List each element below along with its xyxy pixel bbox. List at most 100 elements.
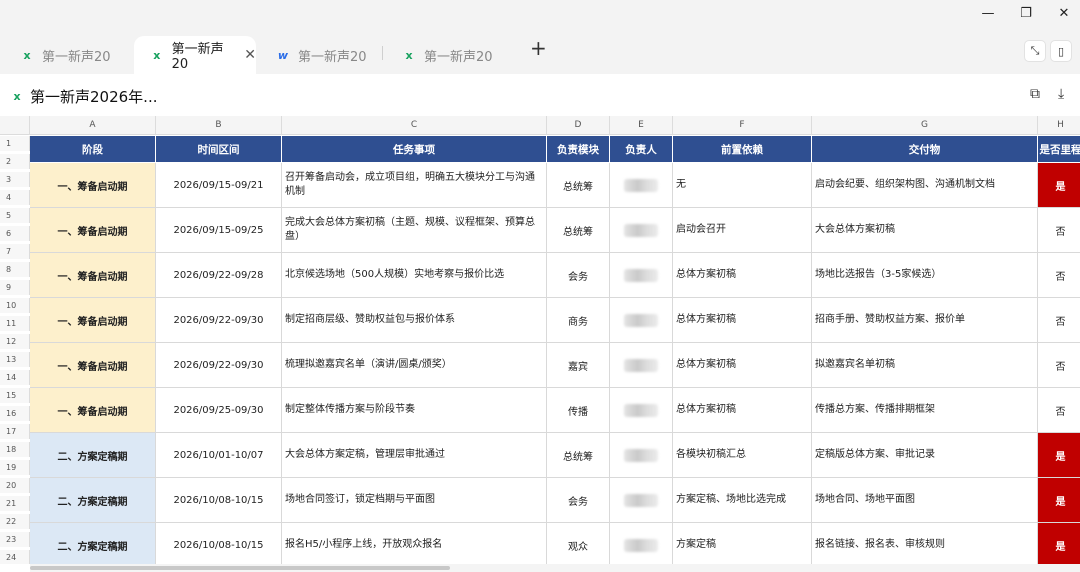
- row-number[interactable]: 18: [0, 442, 30, 457]
- milestone-cell[interactable]: 是: [1038, 478, 1080, 523]
- row-number[interactable]: 4: [0, 190, 30, 205]
- dependency-cell[interactable]: 总体方案初稿: [673, 388, 812, 433]
- row-number[interactable]: 2: [0, 154, 30, 169]
- module-cell[interactable]: 嘉宾: [547, 343, 610, 388]
- column-header-g[interactable]: G: [812, 116, 1038, 135]
- time-cell[interactable]: 2026/10/08-10/15: [156, 478, 282, 523]
- minimize-button[interactable]: —: [968, 0, 1008, 26]
- module-cell[interactable]: 总统筹: [547, 433, 610, 478]
- deliverable-cell[interactable]: 启动会纪要、组织架构图、沟通机制文档: [812, 163, 1038, 208]
- phase-cell[interactable]: 二、方案定稿期: [30, 433, 156, 478]
- module-cell[interactable]: 观众: [547, 523, 610, 564]
- phase-cell[interactable]: 一、筹备启动期: [30, 388, 156, 433]
- restore-button[interactable]: ❐: [1006, 0, 1046, 26]
- column-header-d[interactable]: D: [547, 116, 610, 135]
- owner-cell[interactable]: [610, 298, 673, 343]
- table-header-cell[interactable]: 阶段: [30, 136, 156, 162]
- milestone-cell[interactable]: 是: [1038, 163, 1080, 208]
- row-number[interactable]: 20: [0, 478, 30, 493]
- deliverable-cell[interactable]: 报名链接、报名表、审核规则: [812, 523, 1038, 564]
- row-number[interactable]: 11: [0, 316, 30, 331]
- corner-cell[interactable]: [0, 116, 30, 135]
- owner-cell[interactable]: [610, 253, 673, 298]
- table-header-cell[interactable]: 负责模块: [547, 136, 610, 162]
- time-cell[interactable]: 2026/09/22-09/30: [156, 298, 282, 343]
- row-number[interactable]: 3: [0, 172, 30, 187]
- row-number[interactable]: 24: [0, 550, 30, 564]
- row-number[interactable]: 8: [0, 262, 30, 277]
- task-cell[interactable]: 召开筹备启动会，成立项目组，明确五大模块分工与沟通机制: [282, 163, 547, 208]
- owner-cell[interactable]: [610, 388, 673, 433]
- module-cell[interactable]: 会务: [547, 253, 610, 298]
- task-cell[interactable]: 完成大会总体方案初稿（主题、规模、议程框架、预算总盘）: [282, 208, 547, 253]
- owner-cell[interactable]: [610, 523, 673, 564]
- owner-cell[interactable]: [610, 433, 673, 478]
- module-cell[interactable]: 商务: [547, 298, 610, 343]
- table-header-cell[interactable]: 任务事项: [282, 136, 547, 162]
- phase-cell[interactable]: 一、筹备启动期: [30, 163, 156, 208]
- time-cell[interactable]: 2026/09/15-09/21: [156, 163, 282, 208]
- deliverable-cell[interactable]: 场地合同、场地平面图: [812, 478, 1038, 523]
- deliverable-cell[interactable]: 定稿版总体方案、审批记录: [812, 433, 1038, 478]
- row-number[interactable]: 9: [0, 280, 30, 295]
- time-cell[interactable]: 2026/10/08-10/15: [156, 523, 282, 564]
- horizontal-scrollbar[interactable]: [30, 564, 1080, 572]
- dependency-cell[interactable]: 总体方案初稿: [673, 343, 812, 388]
- phase-cell[interactable]: 一、筹备启动期: [30, 253, 156, 298]
- row-number[interactable]: 17: [0, 424, 30, 439]
- deliverable-cell[interactable]: 大会总体方案初稿: [812, 208, 1038, 253]
- task-cell[interactable]: 制定整体传播方案与阶段节奏: [282, 388, 547, 433]
- row-number[interactable]: 21: [0, 496, 30, 511]
- owner-cell[interactable]: [610, 478, 673, 523]
- scrollbar-thumb[interactable]: [30, 566, 450, 570]
- owner-cell[interactable]: [610, 208, 673, 253]
- column-header-h[interactable]: H: [1038, 116, 1080, 135]
- copy-icon[interactable]: ⧉: [1030, 86, 1040, 102]
- row-number[interactable]: 12: [0, 334, 30, 349]
- tab-3[interactable]: x 第一新声20: [386, 36, 506, 74]
- deliverable-cell[interactable]: 招商手册、赞助权益方案、报价单: [812, 298, 1038, 343]
- milestone-cell[interactable]: 否: [1038, 343, 1080, 388]
- deliverable-cell[interactable]: 拟邀嘉宾名单初稿: [812, 343, 1038, 388]
- row-number[interactable]: 6: [0, 226, 30, 241]
- download-icon[interactable]: ⤓: [1058, 86, 1064, 102]
- tab-0[interactable]: x 第一新声20: [4, 36, 130, 74]
- task-cell[interactable]: 制定招商层级、赞助权益包与报价体系: [282, 298, 547, 343]
- task-cell[interactable]: 北京候选场地（500人规模）实地考察与报价比选: [282, 253, 547, 298]
- row-number[interactable]: 7: [0, 244, 30, 259]
- milestone-cell[interactable]: 是: [1038, 523, 1080, 564]
- row-number[interactable]: 10: [0, 298, 30, 313]
- deliverable-cell[interactable]: 场地比选报告（3-5家候选）: [812, 253, 1038, 298]
- row-number[interactable]: 15: [0, 388, 30, 403]
- milestone-cell[interactable]: 否: [1038, 208, 1080, 253]
- task-cell[interactable]: 梳理拟邀嘉宾名单（演讲/圆桌/颁奖）: [282, 343, 547, 388]
- phase-cell[interactable]: 一、筹备启动期: [30, 343, 156, 388]
- dependency-cell[interactable]: 方案定稿: [673, 523, 812, 564]
- dependency-cell[interactable]: 总体方案初稿: [673, 298, 812, 343]
- row-number[interactable]: 5: [0, 208, 30, 223]
- tab-2[interactable]: w 第一新声20: [260, 36, 380, 74]
- table-header-cell[interactable]: 前置依赖: [673, 136, 812, 162]
- row-number[interactable]: 13: [0, 352, 30, 367]
- dependency-cell[interactable]: 无: [673, 163, 812, 208]
- milestone-cell[interactable]: 是: [1038, 433, 1080, 478]
- new-tab-button[interactable]: +: [530, 36, 547, 60]
- dependency-cell[interactable]: 方案定稿、场地比选完成: [673, 478, 812, 523]
- phase-cell[interactable]: 二、方案定稿期: [30, 523, 156, 564]
- dependency-cell[interactable]: 各模块初稿汇总: [673, 433, 812, 478]
- column-header-b[interactable]: B: [156, 116, 282, 135]
- column-header-c[interactable]: C: [282, 116, 547, 135]
- task-cell[interactable]: 大会总体方案定稿，管理层审批通过: [282, 433, 547, 478]
- module-cell[interactable]: 传播: [547, 388, 610, 433]
- sidebar-toggle-icon[interactable]: ▯: [1050, 40, 1072, 62]
- row-number[interactable]: 14: [0, 370, 30, 385]
- owner-cell[interactable]: [610, 163, 673, 208]
- row-number[interactable]: 19: [0, 460, 30, 475]
- owner-cell[interactable]: [610, 343, 673, 388]
- phase-cell[interactable]: 二、方案定稿期: [30, 478, 156, 523]
- dependency-cell[interactable]: 启动会召开: [673, 208, 812, 253]
- deliverable-cell[interactable]: 传播总方案、传播排期框架: [812, 388, 1038, 433]
- time-cell[interactable]: 2026/10/01-10/07: [156, 433, 282, 478]
- time-cell[interactable]: 2026/09/15-09/25: [156, 208, 282, 253]
- table-header-cell[interactable]: 是否里程: [1038, 136, 1080, 162]
